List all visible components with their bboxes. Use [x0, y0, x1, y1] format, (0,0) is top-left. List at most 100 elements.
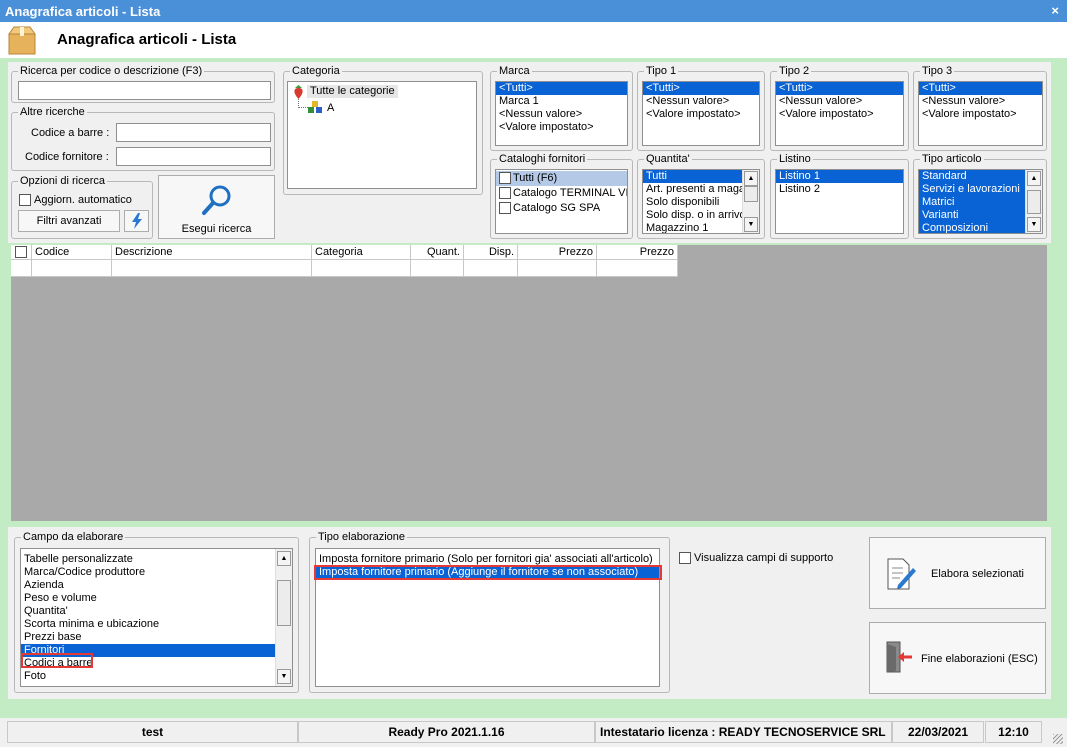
type1-item[interactable]: <Nessun valore> [643, 95, 759, 108]
type2-list[interactable]: <Tutti> <Nessun valore> <Valore impostat… [775, 81, 904, 146]
catalog-checkbox[interactable] [499, 202, 511, 214]
type2-item[interactable]: <Nessun valore> [776, 95, 903, 108]
resize-grip-icon[interactable] [1053, 734, 1063, 744]
column-header-disp[interactable]: Disp. [464, 245, 518, 260]
type1-list[interactable]: <Tutti> <Nessun valore> <Valore impostat… [642, 81, 760, 146]
show-support-fields-checkbox[interactable] [679, 552, 691, 564]
scroll-thumb[interactable] [277, 580, 291, 626]
column-header-descrizione[interactable]: Descrizione [112, 245, 312, 260]
quantity-item[interactable]: Tutti [643, 170, 742, 183]
execute-search-button[interactable]: Esegui ricerca [158, 175, 275, 239]
quantity-list[interactable]: Tutti Art. presenti a magaz Solo disponi… [642, 169, 760, 234]
type2-item[interactable]: <Tutti> [776, 82, 903, 95]
article-type-item[interactable]: Matrici [919, 196, 1025, 209]
column-header-codice[interactable]: Codice [32, 245, 112, 260]
brand-item[interactable]: Marca 1 [496, 95, 627, 108]
field-item[interactable]: Tabelle personalizzate [21, 553, 275, 566]
barcode-label: Codice a barre : [31, 127, 110, 139]
supplier-catalogs-label: Cataloghi fornitori [497, 153, 588, 166]
column-header-prezzo-2[interactable]: Prezzo [597, 245, 678, 260]
search-input[interactable] [18, 81, 271, 100]
field-item[interactable]: Marca/Codice produttore [21, 566, 275, 579]
quantity-item[interactable]: Magazzino 1 [643, 222, 742, 233]
auto-update-label: Aggiorn. automatico [34, 194, 132, 206]
scroll-down-icon[interactable]: ▼ [744, 217, 758, 232]
catalog-row[interactable]: Catalogo TERMINAL VID [496, 186, 627, 201]
price-list-list[interactable]: Listino 1 Listino 2 [775, 169, 904, 234]
advanced-filters-button[interactable]: Filtri avanzati [18, 210, 120, 232]
field-item[interactable]: Quantita' [21, 605, 275, 618]
catalog-row[interactable]: Tutti (F6) [496, 171, 627, 186]
price-list-group: Listino Listino 1 Listino 2 [770, 153, 909, 239]
column-header-categoria[interactable]: Categoria [312, 245, 411, 260]
grid-select-all-cell[interactable] [11, 245, 32, 260]
barcode-input[interactable] [116, 123, 271, 142]
category-cubes-icon [308, 101, 322, 113]
article-type-item[interactable]: Standard [919, 170, 1025, 183]
scroll-down-icon[interactable]: ▼ [1027, 217, 1041, 232]
end-processing-button[interactable]: Fine elaborazioni (ESC) [869, 622, 1046, 694]
article-type-item[interactable]: Composizioni [919, 222, 1025, 233]
select-all-checkbox[interactable] [15, 246, 27, 258]
scroll-thumb[interactable] [1027, 190, 1041, 214]
quantity-item[interactable]: Solo disp. o in arrivo [643, 209, 742, 222]
end-processing-label: Fine elaborazioni (ESC) [921, 653, 1038, 665]
column-header-quant[interactable]: Quant. [411, 245, 464, 260]
search-options-label: Opzioni di ricerca [18, 175, 107, 188]
field-item[interactable]: Azienda [21, 579, 275, 592]
price-list-item[interactable]: Listino 1 [776, 170, 903, 183]
type3-item[interactable]: <Nessun valore> [919, 95, 1042, 108]
advanced-filters-label: Filtri avanzati [36, 215, 102, 227]
field-item[interactable]: Peso e volume [21, 592, 275, 605]
quick-filter-button[interactable] [124, 210, 149, 232]
catalog-checkbox[interactable] [499, 172, 511, 184]
catalog-row[interactable]: Catalogo SG SPA [496, 201, 627, 216]
type1-item[interactable]: <Tutti> [643, 82, 759, 95]
brand-item[interactable]: <Tutti> [496, 82, 627, 95]
quantity-scrollbar[interactable]: ▲ ▼ [742, 170, 759, 233]
field-list-scrollbar[interactable]: ▲ ▼ [275, 549, 292, 686]
type1-label: Tipo 1 [644, 65, 679, 78]
field-item[interactable]: Foto [21, 670, 275, 683]
brand-item[interactable]: <Nessun valore> [496, 108, 627, 121]
table-row[interactable] [11, 260, 678, 277]
type3-item[interactable]: <Tutti> [919, 82, 1042, 95]
type3-group: Tipo 3 <Tutti> <Nessun valore> <Valore i… [913, 65, 1047, 151]
type1-item[interactable]: <Valore impostato> [643, 108, 759, 121]
article-type-scrollbar[interactable]: ▲ ▼ [1025, 170, 1042, 233]
show-support-fields-label: Visualizza campi di supporto [694, 552, 834, 564]
field-item[interactable]: Scorta minima e ubicazione [21, 618, 275, 631]
brand-list[interactable]: <Tutti> Marca 1 <Nessun valore> <Valore … [495, 81, 628, 146]
scroll-up-icon[interactable]: ▲ [277, 551, 291, 566]
price-list-item[interactable]: Listino 2 [776, 183, 903, 196]
package-icon [8, 26, 36, 55]
column-header-prezzo[interactable]: Prezzo [518, 245, 597, 260]
quantity-item[interactable]: Solo disponibili [643, 196, 742, 209]
scroll-up-icon[interactable]: ▲ [744, 171, 758, 186]
article-type-item[interactable]: Varianti [919, 209, 1025, 222]
status-date: 22/03/2021 [892, 721, 984, 743]
type3-list[interactable]: <Tutti> <Nessun valore> <Valore impostat… [918, 81, 1043, 146]
article-type-list[interactable]: Standard Servizi e lavorazioni Matrici V… [918, 169, 1043, 234]
category-child[interactable]: A [327, 102, 334, 114]
scroll-thumb[interactable] [744, 186, 758, 202]
brand-item[interactable]: <Valore impostato> [496, 121, 627, 134]
scroll-down-icon[interactable]: ▼ [277, 669, 291, 684]
type3-item[interactable]: <Valore impostato> [919, 108, 1042, 121]
close-icon[interactable]: × [1051, 3, 1059, 18]
category-root[interactable]: Tutte le categorie [307, 85, 398, 98]
quantity-item[interactable]: Art. presenti a magaz [643, 183, 742, 196]
scroll-up-icon[interactable]: ▲ [1027, 171, 1041, 186]
type2-item[interactable]: <Valore impostato> [776, 108, 903, 121]
supplier-catalogs-list[interactable]: Tutti (F6) Catalogo TERMINAL VID Catalog… [495, 169, 628, 234]
field-item[interactable]: Prezzi base [21, 631, 275, 644]
quantity-label: Quantita' [644, 153, 692, 166]
supplier-code-input[interactable] [116, 147, 271, 166]
auto-update-checkbox[interactable] [19, 194, 31, 206]
process-selected-button[interactable]: Elabora selezionati [869, 537, 1046, 609]
articles-grid[interactable]: Codice Descrizione Categoria Quant. Disp… [11, 245, 1047, 521]
category-tree[interactable]: Tutte le categorie A [287, 81, 477, 189]
window-title-bar[interactable]: Anagrafica articoli - Lista × [0, 0, 1067, 22]
article-type-item[interactable]: Servizi e lavorazioni [919, 183, 1025, 196]
catalog-checkbox[interactable] [499, 187, 511, 199]
